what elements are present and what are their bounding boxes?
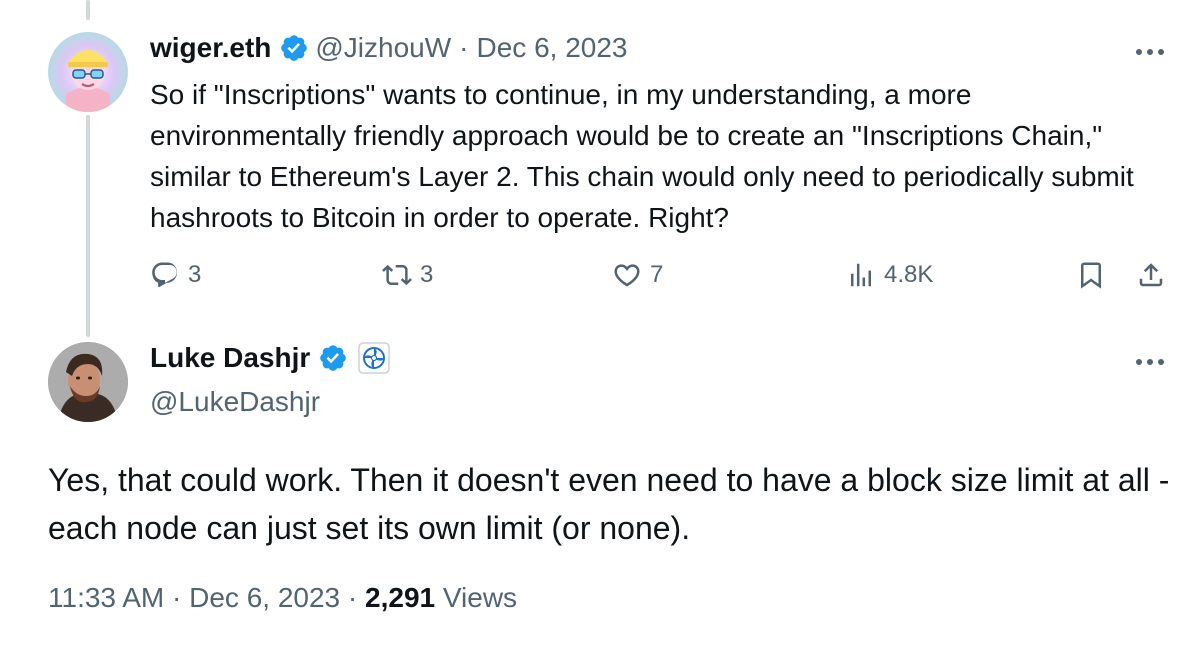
bookmark-icon <box>1081 262 1101 289</box>
views-icon <box>851 263 871 287</box>
separator-dot: · <box>347 582 358 613</box>
avatar-image <box>48 342 128 422</box>
affiliation-badge-icon[interactable] <box>358 342 391 374</box>
repost-count: 3 <box>420 261 434 288</box>
tweet2-header: Luke Dashjr <box>150 342 391 374</box>
author-handle[interactable]: @LukeDashjr <box>150 386 320 418</box>
author-handle[interactable]: @JizhouW <box>315 32 451 64</box>
reply-icon <box>152 262 178 288</box>
tweet-time[interactable]: 11:33 AM <box>48 582 164 613</box>
views-label: Views <box>442 582 518 613</box>
separator-dot: · <box>172 582 182 613</box>
tweet1-action-bar: 3 3 7 4.8K <box>0 254 1200 298</box>
repost-icon <box>382 264 412 286</box>
more-icon[interactable] <box>1130 350 1170 374</box>
like-icon <box>614 264 640 287</box>
repost-button[interactable]: 3 <box>382 260 433 290</box>
share-icon <box>1139 263 1163 287</box>
avatar-luke[interactable] <box>48 342 128 422</box>
separator-dot: · <box>459 32 469 63</box>
tweet-date[interactable]: Dec 6, 2023 <box>189 582 340 613</box>
thread-line-top <box>86 0 90 20</box>
avatar-wiger[interactable] <box>48 32 128 112</box>
thread-line <box>86 115 90 337</box>
like-count: 7 <box>650 261 664 288</box>
tweet1-header: wiger.eth @JizhouW · Dec 6, 2023 <box>150 32 628 64</box>
views-button[interactable]: 4.8K <box>846 260 933 290</box>
more-icon[interactable] <box>1130 40 1170 64</box>
avatar-image <box>48 32 128 112</box>
share-button[interactable] <box>1136 260 1166 290</box>
tweet1-text: So if "Inscriptions" wants to continue, … <box>150 79 1134 233</box>
views-count: 4.8K <box>884 261 934 288</box>
author-name[interactable]: Luke Dashjr <box>150 342 310 374</box>
tweet2-meta: 11:33 AM · Dec 6, 2023 · 2,291 Views <box>48 582 517 614</box>
verified-badge-icon <box>279 33 309 63</box>
author-name[interactable]: wiger.eth <box>150 32 271 64</box>
like-button[interactable]: 7 <box>612 260 663 290</box>
reply-count: 3 <box>188 261 202 288</box>
bookmark-button[interactable] <box>1076 260 1106 290</box>
reply-button[interactable]: 3 <box>150 260 201 290</box>
tweet-date[interactable]: Dec 6, 2023 <box>477 32 628 64</box>
views-count: 2,291 <box>365 582 436 613</box>
verified-badge-icon <box>318 343 348 373</box>
tweet2-text: Yes, that could work. Then it doesn't ev… <box>48 462 1170 546</box>
